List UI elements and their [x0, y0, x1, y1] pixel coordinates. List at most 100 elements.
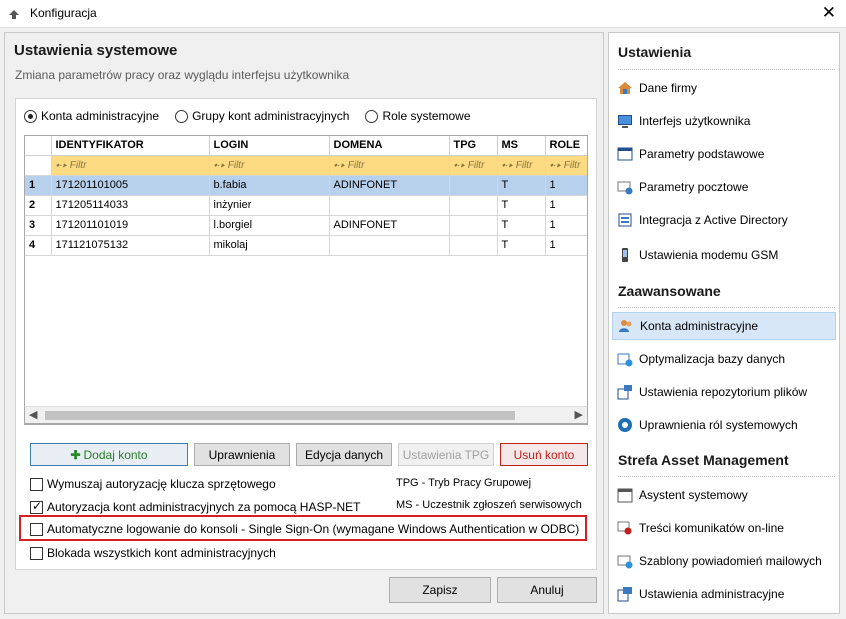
- sidebar-item-company-data[interactable]: Dane firmy: [612, 74, 836, 102]
- checkbox-box[interactable]: [30, 499, 43, 514]
- sidebar-item-gsm-modem[interactable]: Ustawienia modemu GSM: [612, 241, 836, 269]
- sidebar-item-label: Treści komunikatów on-line: [639, 521, 784, 535]
- filter-placeholder: Filtr: [69, 159, 87, 171]
- scroll-left-icon[interactable]: ◀: [29, 408, 37, 421]
- radio-dot[interactable]: [365, 109, 379, 123]
- filter-cell[interactable]: ⬩·▸ Filtr: [329, 155, 450, 176]
- column-header-login[interactable]: LOGIN: [209, 136, 330, 156]
- scrollbar-thumb[interactable]: [45, 411, 515, 420]
- cell-ms[interactable]: T: [497, 215, 546, 236]
- sidebar-item-admin-settings[interactable]: Ustawienia administracyjne: [612, 580, 836, 608]
- filter-cell[interactable]: ⬩·▸ Filtr: [449, 155, 498, 176]
- close-icon[interactable]: ✕: [822, 3, 836, 23]
- permissions-button[interactable]: Uprawnienia: [194, 443, 290, 466]
- block-all-accounts-checkbox[interactable]: Blokada wszystkich kont administracyjnyc…: [30, 546, 276, 560]
- sidebar-item-admin-accounts[interactable]: Konta administracyjne: [612, 312, 836, 340]
- sidebar-item-file-repository[interactable]: Ustawienia repozytorium plików: [612, 378, 836, 406]
- filter-icon: ⬩·▸: [549, 159, 561, 171]
- filter-cell[interactable]: ⬩·▸ Filtr: [545, 155, 587, 176]
- column-header-id[interactable]: IDENTYFIKATOR: [51, 136, 210, 156]
- radio-admin-accounts[interactable]: Konta administracyjne: [24, 109, 159, 123]
- mail-check-icon: [617, 181, 633, 195]
- delete-account-button[interactable]: Usuń konto: [500, 443, 588, 466]
- sidebar-item-db-optimization[interactable]: Optymalizacja bazy danych: [612, 345, 836, 373]
- sidebar-item-mail-templates[interactable]: Szablony powiadomień mailowych: [612, 547, 836, 575]
- scroll-right-icon[interactable]: ▶: [575, 408, 583, 421]
- cell-id[interactable]: 171121075132: [51, 235, 210, 256]
- filter-cell[interactable]: ⬩·▸ Filtr: [51, 155, 210, 176]
- table-row[interactable]: 3 171201101019 l.borgiel ADINFONET T 1: [25, 215, 587, 236]
- cell-login[interactable]: mikolaj: [209, 235, 330, 256]
- add-account-button[interactable]: ✚ Dodaj konto: [30, 443, 188, 466]
- table-row[interactable]: 1 171201101005 b.fabia ADINFONET T 1: [25, 175, 587, 196]
- radio-dot[interactable]: [24, 109, 37, 123]
- cell-ms[interactable]: T: [497, 235, 546, 256]
- sidebar-item-role-permissions[interactable]: Uprawnienia ról systemowych: [612, 411, 836, 439]
- sidebar-item-label: Ustawienia modemu GSM: [639, 248, 779, 262]
- sidebar-item-user-interface[interactable]: Interfejs użytkownika: [612, 107, 836, 135]
- column-header-ms[interactable]: MS: [497, 136, 546, 156]
- sidebar-item-system-assistant[interactable]: Asystent systemowy: [612, 481, 836, 509]
- row-number: 1: [25, 175, 52, 196]
- column-header-role[interactable]: ROLE: [545, 136, 587, 156]
- cell-ms[interactable]: T: [497, 175, 546, 196]
- cell-domain[interactable]: ADINFONET: [329, 215, 450, 236]
- sidebar-item-label: Ustawienia administracyjne: [639, 587, 785, 601]
- sidebar-item-online-messages[interactable]: Treści komunikatów on-line: [612, 514, 836, 542]
- cell-role[interactable]: 1: [545, 215, 587, 236]
- plus-icon: ✚: [70, 447, 81, 462]
- cell-ms[interactable]: T: [497, 195, 546, 216]
- cell-tpg[interactable]: [449, 235, 498, 256]
- section-divider: [618, 307, 835, 308]
- database-icon: [617, 353, 633, 367]
- hasp-net-checkbox[interactable]: Autoryzacja kont administracyjnych za po…: [30, 499, 360, 514]
- cell-id[interactable]: 171201101005: [51, 175, 210, 196]
- page-subtitle: Zmiana parametrów pracy oraz wyglądu int…: [15, 68, 350, 82]
- cell-tpg[interactable]: [449, 195, 498, 216]
- hardware-key-checkbox[interactable]: Wymuszaj autoryzację klucza sprzętowego: [30, 477, 276, 491]
- tpg-settings-button[interactable]: Ustawienia TPG: [398, 443, 494, 466]
- sidebar-item-label: Uprawnienia ról systemowych: [639, 418, 798, 432]
- filter-placeholder: Filtr: [227, 159, 245, 171]
- table-row[interactable]: 2 171205114033 inżynier T 1: [25, 195, 587, 216]
- radio-label: Role systemowe: [382, 109, 471, 123]
- sidebar-item-active-directory[interactable]: Integracja z Active Directory: [612, 206, 836, 234]
- cell-tpg[interactable]: [449, 175, 498, 196]
- cell-tpg[interactable]: [449, 215, 498, 236]
- cell-domain[interactable]: [329, 235, 450, 256]
- sidebar-item-label: Interfejs użytkownika: [639, 114, 751, 128]
- checkbox-box[interactable]: [30, 546, 43, 560]
- cell-id[interactable]: 171201101019: [51, 215, 210, 236]
- sidebar-item-mail-parameters[interactable]: Parametry pocztowe: [612, 173, 836, 201]
- cell-domain[interactable]: [329, 195, 450, 216]
- save-button[interactable]: Zapisz: [389, 577, 491, 603]
- checkbox-box[interactable]: [30, 477, 43, 491]
- cell-role[interactable]: 1: [545, 195, 587, 216]
- cell-login[interactable]: l.borgiel: [209, 215, 330, 236]
- table-row[interactable]: 4 171121075132 mikolaj T 1: [25, 235, 587, 256]
- sidebar-item-label: Optymalizacja bazy danych: [639, 352, 786, 366]
- cell-role[interactable]: 1: [545, 175, 587, 196]
- sidebar-item-label: Asystent systemowy: [639, 488, 748, 502]
- horizontal-scrollbar[interactable]: ◀ ▶: [24, 406, 588, 424]
- sidebar-item-label: Dane firmy: [639, 81, 698, 95]
- cell-role[interactable]: 1: [545, 235, 587, 256]
- filter-placeholder: Filtr: [467, 159, 485, 171]
- radio-dot[interactable]: [175, 109, 189, 123]
- column-header-domain[interactable]: DOMENA: [329, 136, 450, 156]
- sidebar: Ustawienia Dane firmy Interfejs użytkown…: [608, 32, 840, 614]
- filter-cell[interactable]: ⬩·▸ Filtr: [209, 155, 330, 176]
- cancel-button[interactable]: Anuluj: [497, 577, 597, 603]
- filter-placeholder: Filtr: [347, 159, 365, 171]
- sidebar-item-basic-parameters[interactable]: Parametry podstawowe: [612, 140, 836, 168]
- cell-login[interactable]: inżynier: [209, 195, 330, 216]
- cell-login[interactable]: b.fabia: [209, 175, 330, 196]
- edit-data-button[interactable]: Edycja danych: [296, 443, 392, 466]
- radio-admin-groups[interactable]: Grupy kont administracyjnych: [175, 109, 349, 123]
- radio-system-roles[interactable]: Role systemowe: [365, 109, 471, 123]
- radio-label: Konta administracyjne: [41, 109, 160, 123]
- cell-id[interactable]: 171205114033: [51, 195, 210, 216]
- column-header-tpg[interactable]: TPG: [449, 136, 498, 156]
- filter-cell[interactable]: ⬩·▸ Filtr: [497, 155, 546, 176]
- cell-domain[interactable]: ADINFONET: [329, 175, 450, 196]
